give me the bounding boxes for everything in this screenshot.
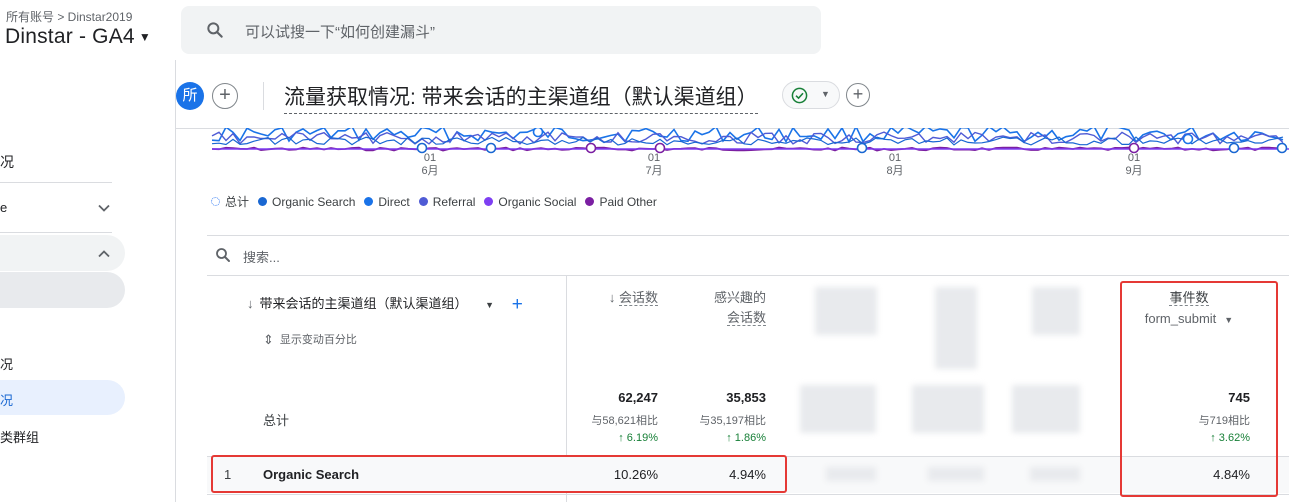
legend-label: Organic Search	[272, 194, 356, 209]
column-header-sessions[interactable]: ↓ 会话数	[578, 288, 658, 308]
legend-dot-icon	[484, 197, 494, 206]
blurred-column-header	[1032, 287, 1080, 335]
legend-dot-icon	[364, 197, 374, 206]
check-circle-icon	[791, 87, 808, 104]
column-label: 会话数	[618, 290, 658, 306]
caret-down-icon: ▼	[821, 89, 830, 99]
legend-dot-icon	[258, 197, 268, 206]
account-name: Dinstar - GA4	[5, 25, 135, 48]
search-placeholder: 可以试搜一下“如何创建漏斗”	[245, 24, 435, 41]
total-engaged: 35,853	[726, 390, 766, 405]
unfold-icon: ⇕	[263, 332, 274, 347]
highlight-box-row	[211, 455, 787, 493]
legend-item[interactable]: Direct	[364, 194, 410, 209]
column-header-engaged-sessions[interactable]: 感兴趣的 会话数	[668, 288, 766, 328]
sidebar-divider	[0, 232, 112, 233]
total-label: 总计	[263, 413, 290, 428]
chevron-down-icon[interactable]	[97, 201, 111, 215]
divider	[263, 82, 264, 110]
legend-dot-icon	[211, 197, 220, 206]
sidebar-item-active-label: 况	[0, 393, 14, 408]
blurred-value	[928, 467, 984, 481]
divider	[207, 235, 1289, 236]
legend-item[interactable]: Paid Other	[585, 194, 657, 209]
search-icon	[216, 248, 230, 262]
global-search[interactable]: 可以试搜一下“如何创建漏斗”	[181, 6, 821, 54]
add-comparison-button[interactable]: +	[212, 83, 238, 109]
divider	[207, 275, 1289, 276]
legend-label: Direct	[378, 194, 410, 209]
add-button[interactable]: +	[846, 83, 870, 107]
legend-label: Referral	[432, 194, 476, 209]
left-nav: 况 e 况 况 类群组	[0, 60, 176, 502]
x-tick-label: 01 8月	[886, 152, 904, 177]
dimension-header[interactable]: ↓ 带来会话的主渠道组（默认渠道组） ▼ +	[247, 292, 523, 315]
legend-item[interactable]: Referral	[418, 194, 476, 209]
sidebar-item-overview-2[interactable]: 况	[0, 354, 13, 373]
total-engaged-compare: 与35,197相比	[699, 415, 766, 427]
x-tick-label: 01 6月	[421, 152, 439, 177]
blurred-value	[1012, 385, 1080, 433]
total-engaged-change: ↑ 1.86%	[726, 432, 766, 444]
blurred-column-header	[815, 287, 877, 335]
dimension-label: 带来会话的主渠道组（默认渠道组）	[259, 296, 468, 311]
sidebar-item-overview[interactable]: 况	[0, 152, 14, 172]
add-dimension-button[interactable]: +	[512, 294, 523, 315]
legend-item[interactable]: 总计	[211, 193, 249, 210]
breadcrumb[interactable]: 所有账号 > Dinstar2019	[6, 8, 132, 25]
highlight-box-events-column	[1120, 281, 1278, 497]
sidebar-item-cohort[interactable]: 类群组	[0, 427, 39, 446]
sidebar-item-active[interactable]	[0, 380, 125, 415]
legend-label: Organic Social	[498, 194, 577, 209]
column-label: 感兴趣的	[713, 290, 766, 305]
legend-dot-icon	[585, 197, 595, 206]
x-axis: 01 6月 01 7月 01 8月 01 9月	[176, 152, 1289, 182]
account-selector[interactable]: Dinstar - GA4 ▼	[5, 25, 151, 49]
comparison-avatar[interactable]: 所	[176, 82, 204, 110]
sidebar-item-selected-group[interactable]	[0, 272, 125, 308]
caret-down-icon: ▼	[138, 30, 151, 45]
x-tick-label: 01 7月	[645, 152, 663, 177]
chart-legend: 总计 Organic Search Direct Referral Organic So…	[211, 193, 666, 210]
chevron-up-icon[interactable]	[97, 247, 111, 261]
data-point[interactable]	[1182, 133, 1194, 145]
total-sessions-change: ↑ 6.19%	[618, 432, 658, 444]
data-point[interactable]	[532, 126, 544, 138]
legend-item[interactable]: Organic Social	[484, 195, 576, 209]
legend-label: Paid Other	[599, 194, 657, 209]
toggle-label: 显示变动百分比	[279, 334, 357, 346]
sort-arrow-icon: ↓	[608, 290, 616, 305]
series-line	[211, 124, 1284, 144]
search-icon	[207, 22, 223, 38]
toggle-percent-change[interactable]: ⇕ 显示变动百分比	[263, 331, 357, 347]
column-label-line2: 会话数	[726, 310, 766, 326]
blurred-value	[800, 385, 876, 433]
blurred-value	[826, 467, 876, 481]
sidebar-item-section[interactable]: e	[0, 200, 7, 215]
report-status-button[interactable]: ▼	[782, 81, 840, 109]
caret-down-icon[interactable]: ▼	[485, 300, 494, 310]
legend-dot-icon	[418, 197, 428, 206]
total-sessions-compare: 与58,621相比	[591, 415, 658, 427]
sort-arrow-icon: ↓	[247, 296, 254, 311]
total-sessions: 62,247	[618, 390, 658, 405]
blurred-column-header	[935, 287, 977, 369]
table-search-input[interactable]: 搜索...	[243, 247, 280, 266]
sidebar-divider	[0, 182, 112, 183]
blurred-value	[912, 385, 984, 433]
legend-item[interactable]: Organic Search	[258, 195, 355, 209]
legend-label: 总计	[225, 195, 250, 209]
x-tick-label: 01 9月	[1125, 152, 1143, 177]
page-title[interactable]: 流量获取情况: 带来会话的主渠道组（默认渠道组）	[284, 81, 758, 114]
blurred-value	[1030, 467, 1080, 481]
